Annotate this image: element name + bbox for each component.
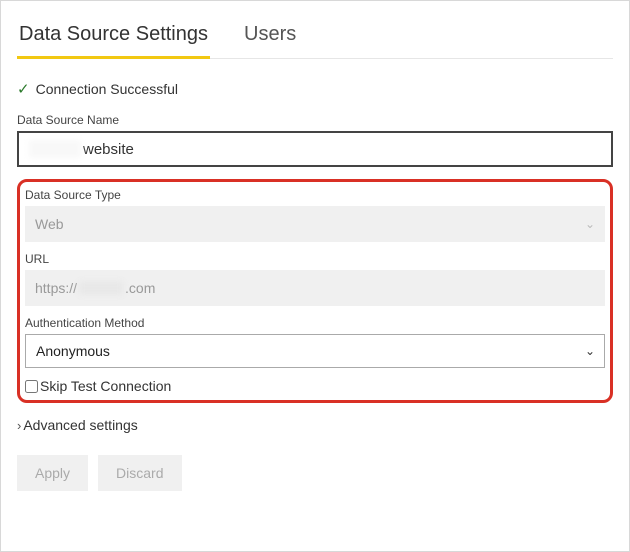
skip-test-row: Skip Test Connection: [25, 378, 605, 394]
status-text: Connection Successful: [36, 81, 178, 97]
field-data-source-type: Data Source Type Web ⌄: [25, 188, 605, 242]
url-prefix: https://: [35, 280, 77, 296]
label-auth-method: Authentication Method: [25, 316, 605, 330]
check-icon: ✓: [17, 82, 30, 97]
apply-button[interactable]: Apply: [17, 455, 88, 491]
discard-button[interactable]: Discard: [98, 455, 181, 491]
label-data-source-type: Data Source Type: [25, 188, 605, 202]
label-advanced: Advanced settings: [23, 417, 137, 433]
chevron-down-icon: ⌄: [585, 217, 595, 231]
chevron-right-icon: ›: [17, 418, 21, 433]
highlight-box: Data Source Type Web ⌄ URL https:// .com…: [17, 179, 613, 403]
value-data-source-type: Web: [25, 206, 605, 242]
tabs-bar: Data Source Settings Users: [17, 17, 613, 59]
button-row: Apply Discard: [17, 455, 613, 491]
tab-users[interactable]: Users: [242, 17, 298, 58]
redacted-name-prefix: [29, 140, 81, 158]
field-auth-method: Authentication Method Anonymous ⌄: [25, 316, 605, 368]
label-url: URL: [25, 252, 605, 266]
input-data-source-name[interactable]: website: [17, 131, 613, 167]
advanced-settings-toggle[interactable]: › Advanced settings: [17, 417, 613, 433]
url-suffix: .com: [125, 280, 155, 296]
label-skip-test: Skip Test Connection: [40, 378, 171, 394]
input-url: https:// .com: [25, 270, 605, 306]
field-url: URL https:// .com: [25, 252, 605, 306]
select-auth-method[interactable]: Anonymous: [25, 334, 605, 368]
connection-status: ✓ Connection Successful: [17, 81, 613, 97]
checkbox-skip-test[interactable]: [25, 380, 38, 393]
redacted-url-host: [79, 281, 123, 295]
field-data-source-name: Data Source Name website: [17, 113, 613, 167]
select-data-source-type: Web ⌄: [25, 206, 605, 242]
label-data-source-name: Data Source Name: [17, 113, 613, 127]
name-suffix: website: [83, 141, 134, 158]
tab-data-source-settings[interactable]: Data Source Settings: [17, 17, 210, 59]
select-auth-method-wrap: Anonymous ⌄: [25, 334, 605, 368]
